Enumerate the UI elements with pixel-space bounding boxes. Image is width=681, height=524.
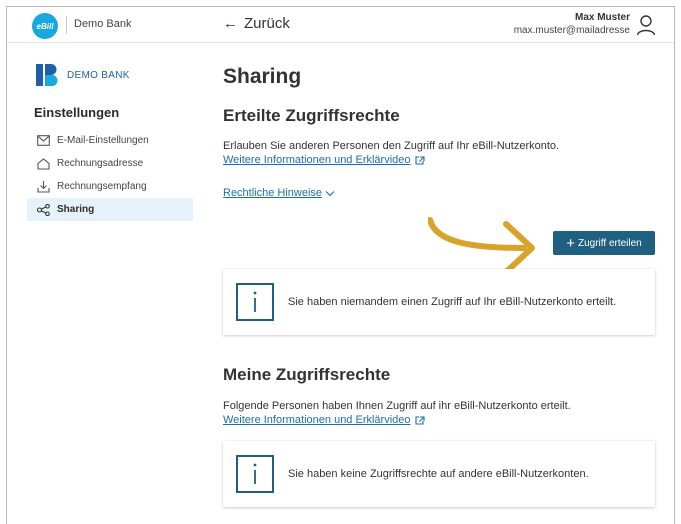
sidebar-item-email-settings[interactable]: E-Mail-Einstellungen	[27, 129, 193, 152]
external-link-icon	[414, 415, 425, 425]
home-icon	[37, 157, 50, 170]
app-window: eBill Demo Bank ← Zurück Max Muster max.…	[6, 6, 675, 524]
legal-notes-label: Rechtliche Hinweise	[223, 187, 323, 199]
user-email[interactable]: max.muster@mailadresse	[514, 25, 630, 36]
info-icon	[236, 283, 274, 321]
grant-access-button[interactable]: + Zugriff erteilen	[553, 231, 655, 255]
share-icon	[37, 203, 50, 216]
ebill-logo[interactable]: eBill	[32, 13, 58, 39]
bank-brand-name: DEMO BANK	[67, 69, 130, 81]
my-access-info-link[interactable]: Weitere Informationen und Erklärvideo	[223, 413, 425, 427]
my-access-description-text: Folgende Personen haben Ihnen Zugriff au…	[223, 400, 571, 412]
granted-description: Erlauben Sie anderen Personen den Zugrif…	[223, 139, 655, 167]
sidebar-item-label: E-Mail-Einstellungen	[57, 135, 149, 146]
grant-access-label: Zugriff erteilen	[578, 237, 642, 249]
user-icon[interactable]	[636, 14, 656, 36]
bank-name: Demo Bank	[74, 18, 132, 30]
sidebar-item-sharing[interactable]: Sharing	[27, 198, 193, 221]
arrow-left-icon: ←	[223, 15, 238, 32]
top-bar: eBill Demo Bank ← Zurück Max Muster max.…	[7, 7, 674, 43]
sidebar-item-label: Rechnungsadresse	[57, 158, 144, 169]
back-label: Zurück	[244, 15, 290, 32]
sidebar-item-label: Sharing	[57, 204, 95, 215]
download-icon	[37, 181, 50, 193]
my-access-description: Folgende Personen haben Ihnen Zugriff au…	[223, 399, 655, 427]
mail-icon	[37, 135, 50, 146]
granted-info-link[interactable]: Weitere Informationen und Erklärvideo	[223, 153, 425, 167]
legal-notes-toggle[interactable]: Rechtliche Hinweise	[223, 187, 335, 199]
bank-logo-icon	[36, 64, 58, 86]
granted-empty-text: Sie haben niemandem einen Zugriff auf Ih…	[288, 296, 617, 308]
user-name[interactable]: Max Muster	[575, 12, 630, 23]
main-content: Sharing Erteilte Zugriffsrechte Erlauben…	[223, 65, 655, 507]
sidebar: DEMO BANK Einstellungen E-Mail-Einstellu…	[27, 63, 193, 221]
sidebar-item-label: Rechnungsempfang	[57, 181, 147, 192]
header-divider	[66, 16, 67, 34]
my-access-empty-notice: Sie haben keine Zugriffsrechte auf ander…	[223, 441, 655, 507]
settings-menu: E-Mail-Einstellungen Rechnungsadresse Re…	[27, 129, 193, 221]
granted-section-title: Erteilte Zugriffsrechte	[223, 106, 400, 125]
granted-description-text: Erlauben Sie anderen Personen den Zugrif…	[223, 140, 560, 152]
back-button[interactable]: ← Zurück	[223, 15, 290, 32]
external-link-icon	[414, 155, 425, 165]
info-icon	[236, 455, 274, 493]
my-access-empty-text: Sie haben keine Zugriffsrechte auf ander…	[288, 468, 589, 480]
granted-empty-notice: Sie haben niemandem einen Zugriff auf Ih…	[223, 269, 655, 335]
sidebar-item-billing-address[interactable]: Rechnungsadresse	[27, 152, 193, 175]
chevron-down-icon	[325, 190, 335, 196]
sidebar-title: Einstellungen	[34, 105, 120, 120]
page-title: Sharing	[223, 65, 302, 88]
my-access-section: Meine Zugriffsrechte Folgende Personen h…	[223, 365, 655, 427]
my-access-section-title: Meine Zugriffsrechte	[223, 365, 391, 384]
bank-brand[interactable]: DEMO BANK	[35, 63, 193, 87]
info-link-label: Weitere Informationen und Erklärvideo	[223, 414, 411, 426]
sidebar-item-bill-receipt[interactable]: Rechnungsempfang	[27, 175, 193, 198]
plus-icon: +	[566, 234, 575, 252]
info-link-label: Weitere Informationen und Erklärvideo	[223, 154, 411, 166]
